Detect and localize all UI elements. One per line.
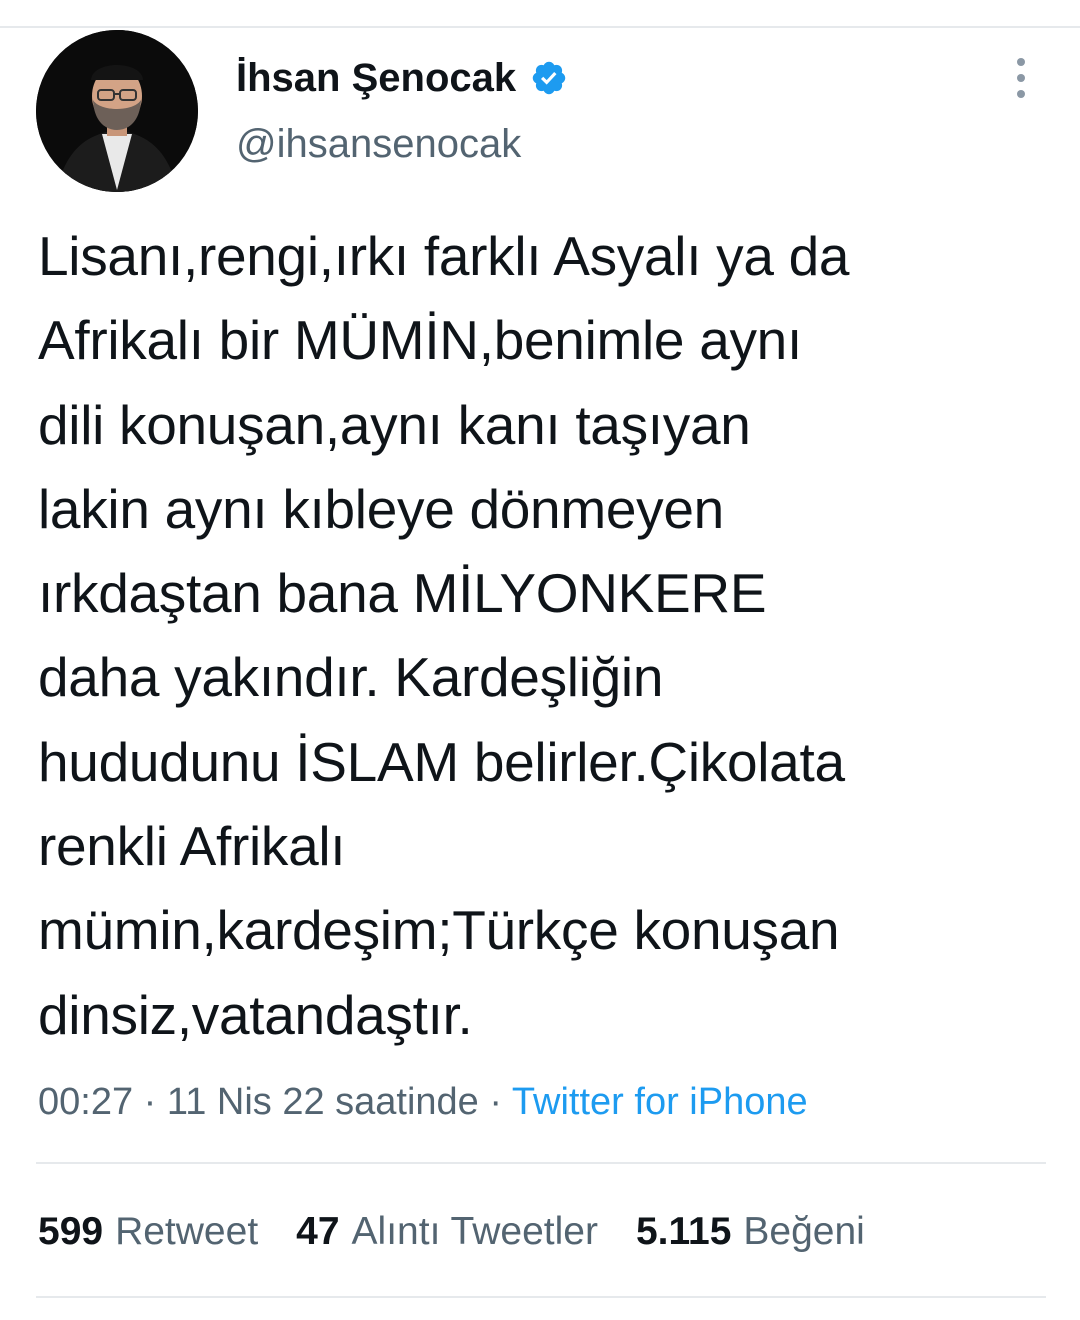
quote-tweet-count: 47	[296, 1210, 340, 1253]
tweet-date[interactable]: 11 Nis 22 saatinde	[167, 1081, 479, 1123]
like-count: 5.115	[635, 1210, 732, 1253]
like-count-link[interactable]: 5.115 Beğeni	[636, 1204, 865, 1260]
tweet-time[interactable]: 00:27	[38, 1081, 133, 1123]
retweet-label: Retweet	[115, 1210, 259, 1253]
meta-separator: ·	[489, 1081, 503, 1123]
tweet-meta: 00:27 · 11 Nis 22 saatinde · Twitter for…	[38, 1076, 808, 1128]
retweet-count: 599	[38, 1210, 104, 1253]
avatar-photo	[36, 30, 198, 192]
avatar[interactable]	[36, 30, 198, 192]
meta-separator: ·	[143, 1081, 157, 1123]
top-divider	[0, 26, 1080, 28]
author-display-name[interactable]: İhsan Şenocak	[236, 52, 516, 104]
author-handle[interactable]: @ihsansenocak	[236, 118, 521, 170]
quote-tweet-label: Alıntı Tweetler	[351, 1210, 598, 1253]
stats-bottom-divider	[36, 1296, 1046, 1298]
retweet-count-link[interactable]: 599 Retweet	[38, 1204, 258, 1260]
tweet-text: Lisanı,rengi,ırkı farklı Asyalı ya da Af…	[38, 225, 850, 1046]
tweet-stats: 599 Retweet 47 Alıntı Tweetler 5.115 Beğeni	[38, 1204, 865, 1260]
author-name-row: İhsan Şenocak	[236, 52, 568, 104]
verified-badge-icon	[530, 59, 568, 97]
quote-tweet-count-link[interactable]: 47 Alıntı Tweetler	[296, 1204, 598, 1260]
tweet-source-link[interactable]: Twitter for iPhone	[512, 1081, 808, 1123]
stats-top-divider	[36, 1162, 1046, 1164]
more-vertical-icon	[1017, 58, 1025, 98]
like-label: Beğeni	[743, 1210, 865, 1253]
more-options-button[interactable]	[1004, 56, 1038, 100]
